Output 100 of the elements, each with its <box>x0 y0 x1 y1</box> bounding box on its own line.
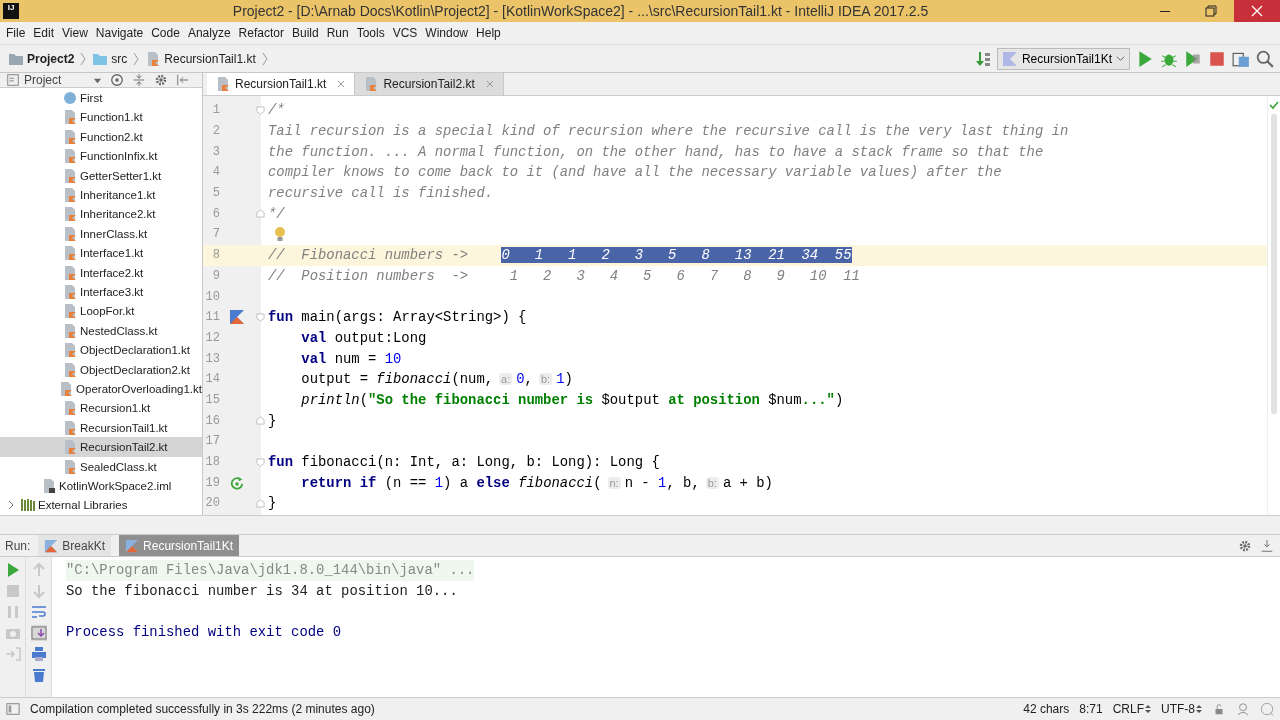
parameter-hint: n: <box>607 476 621 489</box>
code-text: , <box>524 371 533 388</box>
code-text: } <box>268 495 277 512</box>
app-logo: IJ <box>3 3 19 19</box>
menu-item[interactable]: Tools <box>352 26 389 40</box>
tree-item[interactable]: Recursion1.kt <box>0 398 202 419</box>
tree-item[interactable]: RecursionTail1.kt <box>0 418 202 438</box>
menu-item[interactable]: Run <box>322 26 353 40</box>
code-text: (n == <box>384 474 427 491</box>
console-line: So the fibonacci number is 34 at position 10... <box>66 581 458 601</box>
code-comment: compiler knows to come back to it (and have all the necessary variable values) after the <box>268 164 1002 181</box>
line-number: 14 <box>204 372 220 387</box>
code-comment: /* <box>268 102 285 119</box>
tree-item[interactable]: Inheritance2.kt <box>0 204 202 225</box>
tree-item[interactable]: Inheritance1.kt <box>0 185 202 205</box>
code-comment: // Position numbers -> 1 2 3 4 5 6 7 8 9 10 11 <box>268 267 860 284</box>
menu-item[interactable]: Code <box>147 26 184 40</box>
line-number: 12 <box>204 330 220 345</box>
tree-item[interactable]: First <box>0 88 202 108</box>
menu-item[interactable]: Window <box>421 26 473 40</box>
line-number: 15 <box>204 392 220 407</box>
code-function-call: fibonacci <box>518 474 594 491</box>
tree-item[interactable]: Interface1.kt <box>0 243 202 263</box>
selected-text: 0 1 1 2 3 5 8 13 21 34 55 <box>501 247 852 264</box>
tree-item[interactable]: OperatorOverloading1.kt <box>0 379 202 399</box>
menu-item[interactable]: Refactor <box>234 26 288 40</box>
code-text: (num, <box>451 371 494 388</box>
line-number: 4 <box>211 165 220 180</box>
breadcrumb-item[interactable]: Project2 <box>27 51 75 66</box>
project-view-dropdown[interactable]: Project <box>6 73 102 88</box>
line-separator[interactable]: CRLF <box>1112 702 1144 716</box>
code-number: 1 <box>556 371 565 388</box>
line-number: 5 <box>211 186 220 201</box>
tree-item[interactable]: Function2.kt <box>0 127 202 147</box>
code-comment: recursive call is finished. <box>268 185 494 202</box>
tree-item[interactable]: FunctionInfix.kt <box>0 146 202 166</box>
status-message: Compilation completed successfully in 3s 222ms (2 minutes ago) <box>30 702 375 716</box>
code-string: at position <box>668 391 760 408</box>
tree-item[interactable]: SealedClass.kt <box>0 456 202 477</box>
line-number: 20 <box>204 496 220 511</box>
parameter-hint: b: <box>705 476 719 489</box>
breadcrumb-item[interactable]: RecursionTail1.kt <box>164 51 256 66</box>
menu-item[interactable]: Navigate <box>91 26 148 40</box>
line-number: 16 <box>204 413 220 428</box>
run-tab[interactable]: BreakKt <box>38 535 112 556</box>
menu-item[interactable]: VCS <box>388 26 422 40</box>
code-comment: */ <box>268 205 285 222</box>
line-number: 13 <box>204 351 220 366</box>
menu-item[interactable]: Build <box>287 26 323 40</box>
menu-item[interactable]: File <box>2 26 30 40</box>
code-text: n - <box>624 474 650 491</box>
run-label: Run: <box>4 538 31 553</box>
line-number: 17 <box>204 434 220 449</box>
menu-item[interactable]: View <box>58 26 92 40</box>
code-text: a + b) <box>722 474 773 491</box>
window-title: Project2 - [D:\Arnab Docs\Kotlin\Project2] - [KotlinWorkSpace2] - ...\src\RecursionTail1.kt - IntelliJ IDEA 2017.2.5 <box>231 3 930 19</box>
code-number: 1 <box>434 474 444 491</box>
tree-item[interactable]: KotlinWorkSpace2.iml <box>0 476 202 496</box>
parameter-hint: b: <box>538 373 553 386</box>
line-number: 3 <box>211 144 220 159</box>
tree-item[interactable]: Interface2.kt <box>0 262 202 283</box>
code-text: ) a <box>443 474 469 491</box>
code-text: num = <box>334 350 377 367</box>
code-text: , b, <box>666 474 700 491</box>
code-text: output = <box>301 371 368 388</box>
code-text: ) <box>564 371 573 388</box>
tree-item[interactable]: LoopFor.kt <box>0 301 202 322</box>
editor-tab[interactable]: RecursionTail2.kt <box>355 73 504 95</box>
breadcrumb-item[interactable]: src <box>111 51 128 66</box>
line-number: 11 <box>204 310 220 325</box>
code-text: ( <box>593 474 602 491</box>
parameter-hint: a: <box>499 373 513 386</box>
caret-position[interactable]: 8:71 <box>1079 702 1103 716</box>
line-number: 1 <box>211 103 220 118</box>
code-text: $num <box>768 391 802 408</box>
tree-item[interactable]: GetterSetter1.kt <box>0 165 202 186</box>
file-encoding[interactable]: UTF-8 <box>1161 702 1195 716</box>
menu-item[interactable]: Edit <box>29 26 59 40</box>
code-text: } <box>268 412 277 429</box>
code-comment: Tail recursion is a special kind of recursion where the recursive call is the very last thing in <box>268 123 1069 140</box>
code-text: output:Long <box>334 329 427 346</box>
line-number: 10 <box>204 289 220 304</box>
tree-item[interactable]: NestedClass.kt <box>0 321 202 341</box>
code-function-call: println <box>301 391 360 408</box>
tree-item[interactable]: ObjectDeclaration1.kt <box>0 340 202 360</box>
menu-item[interactable]: Analyze <box>183 26 235 40</box>
tree-item[interactable]: Function1.kt <box>0 107 202 128</box>
tree-item[interactable]: RecursionTail2.kt <box>0 437 202 457</box>
tree-item[interactable]: InnerClass.kt <box>0 224 202 244</box>
tree-item[interactable]: ObjectDeclaration2.kt <box>0 359 202 380</box>
tree-item[interactable]: External Libraries <box>0 495 202 515</box>
code-text: ) <box>834 391 844 408</box>
line-number: 19 <box>204 475 220 490</box>
editor-tab[interactable]: RecursionTail1.kt <box>207 73 356 95</box>
tree-item[interactable]: Interface3.kt <box>0 282 202 302</box>
code-keyword: fun <box>268 309 293 326</box>
menu-item[interactable]: Help <box>472 26 505 40</box>
console-line: Process finished with exit code 0 <box>66 623 342 643</box>
code-number: 10 <box>384 350 402 367</box>
run-configuration-dropdown[interactable]: RecursionTail1Kt <box>996 47 1130 70</box>
